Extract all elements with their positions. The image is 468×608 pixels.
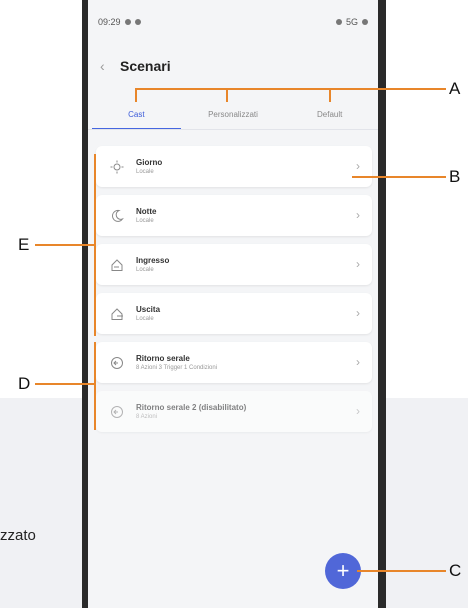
scenario-card-ritorno-serale-2[interactable]: Ritorno serale 2 (disabilitato) 8 Azioni… <box>96 391 372 432</box>
signal-icon <box>335 19 342 25</box>
chevron-right-icon: › <box>356 306 360 320</box>
scenario-sub: Locale <box>136 218 154 224</box>
scenario-card-ritorno-serale[interactable]: Ritorno serale 8 Azioni 3 Trigger 1 Cond… <box>96 342 372 383</box>
home-exit-icon <box>108 305 126 323</box>
scenario-name: Notte <box>136 207 157 216</box>
battery-icon <box>362 19 368 25</box>
status-icon <box>124 19 131 25</box>
scenario-name: Uscita <box>136 305 161 314</box>
tab-label: Cast <box>128 109 145 119</box>
scenario-card-notte[interactable]: Notte Locale › <box>96 195 372 236</box>
chevron-right-icon: › <box>356 257 360 271</box>
callout-line-d <box>94 342 96 430</box>
side-text: zzato <box>0 527 36 544</box>
scenario-name: Giorno <box>136 158 163 167</box>
callout-line-a <box>135 88 446 90</box>
scenario-card-uscita[interactable]: Uscita Locale › <box>96 293 372 334</box>
page-title: Scenari <box>120 58 171 74</box>
scenario-name: Ingresso <box>136 256 170 265</box>
status-bar: 09:29 5G <box>88 0 378 44</box>
scenario-card-ingresso[interactable]: Ingresso Locale › <box>96 244 372 285</box>
callout-line-e-h <box>35 244 94 246</box>
header: ‹ Scenari <box>88 52 378 80</box>
chevron-right-icon: › <box>356 159 360 173</box>
scenario-sub: Locale <box>136 316 154 322</box>
return-icon <box>108 403 126 421</box>
scenario-card-giorno[interactable]: Giorno Locale › <box>96 146 372 187</box>
chevron-right-icon: › <box>356 404 360 418</box>
scenario-sub: 8 Azioni <box>136 414 158 420</box>
tab-bar: Cast Personalizzati Default <box>88 98 378 130</box>
tab-label: Personalizzati <box>208 109 258 119</box>
tab-default[interactable]: Default <box>281 98 378 130</box>
scenario-name: Ritorno serale <box>136 354 190 363</box>
scenario-list: Giorno Locale › Notte Locale › Ingresso … <box>96 146 372 440</box>
add-scenario-button[interactable]: + <box>325 553 361 589</box>
network-label: 5G <box>345 17 358 27</box>
callout-line-e <box>94 154 96 336</box>
callout-line-c <box>357 570 446 572</box>
callout-line-a-tick <box>226 88 228 102</box>
sun-icon <box>108 158 126 176</box>
scenario-sub: Locale <box>136 267 154 273</box>
tab-personalizzati[interactable]: Personalizzati <box>185 98 282 130</box>
scenario-sub: Locale <box>136 169 154 175</box>
tab-cast[interactable]: Cast <box>88 98 185 130</box>
phone-screen: 09:29 5G ‹ Scenari Cast Personalizzati D… <box>88 0 378 608</box>
status-time: 09:29 <box>98 17 121 27</box>
back-icon[interactable]: ‹ <box>100 58 114 74</box>
callout-line-b <box>352 176 446 178</box>
chevron-right-icon: › <box>356 208 360 222</box>
home-enter-icon <box>108 256 126 274</box>
status-icon <box>134 19 141 25</box>
callout-line-a-tick <box>135 88 137 102</box>
chevron-right-icon: › <box>356 355 360 369</box>
callout-label-a: A <box>449 79 461 98</box>
scenario-sub: 8 Azioni 3 Trigger 1 Condizioni <box>136 365 218 371</box>
tab-divider <box>88 129 378 130</box>
callout-label-e: E <box>18 235 30 254</box>
callout-label-c: C <box>449 561 462 580</box>
callout-line-d-h <box>35 383 94 385</box>
moon-icon <box>108 207 126 225</box>
callout-label-d: D <box>18 374 31 393</box>
return-icon <box>108 354 126 372</box>
callout-line-a-tick <box>329 88 331 102</box>
callout-label-b: B <box>449 167 461 186</box>
scenario-name: Ritorno serale 2 (disabilitato) <box>136 403 247 412</box>
tab-label: Default <box>317 109 343 119</box>
